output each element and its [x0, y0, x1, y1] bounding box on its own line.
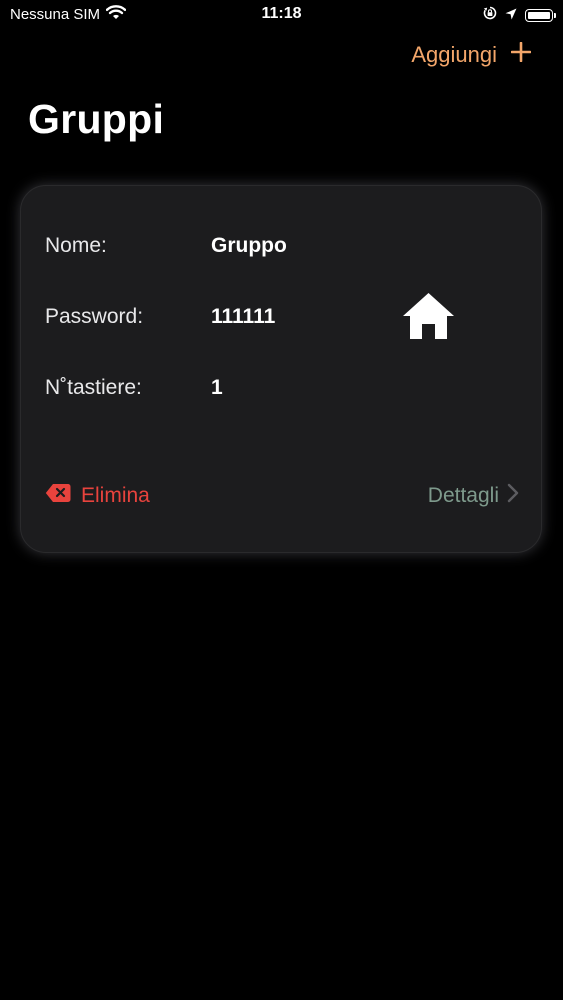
delete-button[interactable]: Elimina [45, 483, 150, 509]
page-title: Gruppi [28, 96, 165, 142]
group-password-label: Password: [45, 305, 144, 328]
home-icon [401, 291, 456, 341]
delete-button-label: Elimina [81, 484, 150, 507]
add-button-label: Aggiungi [411, 42, 497, 67]
orientation-lock-icon [483, 6, 497, 25]
details-button-label: Dettagli [427, 484, 499, 507]
group-password-value: 111111 [211, 305, 276, 328]
group-keyboards-row: N˚tastiere: 1 [45, 373, 223, 403]
location-icon [505, 7, 517, 25]
status-time: 11:18 [261, 5, 302, 22]
status-bar: Nessuna SIM 11:18 [0, 0, 563, 30]
delete-icon [45, 483, 71, 509]
group-card[interactable]: Nome: Gruppo Password: 111111 N˚tastiere… [20, 185, 542, 553]
group-password-row: Password: 111111 [45, 302, 275, 332]
group-keyboards-label: N˚tastiere: [45, 376, 142, 399]
plus-icon [510, 41, 532, 68]
group-name-value: Gruppo [211, 234, 287, 257]
group-name-label: Nome: [45, 234, 107, 257]
chevron-right-icon [507, 483, 519, 509]
group-name-row: Nome: Gruppo [45, 231, 287, 261]
details-button[interactable]: Dettagli [428, 483, 519, 509]
battery-icon [525, 9, 556, 22]
group-keyboards-value: 1 [211, 376, 223, 399]
add-button[interactable]: Aggiungi [411, 41, 532, 68]
status-right [483, 6, 556, 25]
